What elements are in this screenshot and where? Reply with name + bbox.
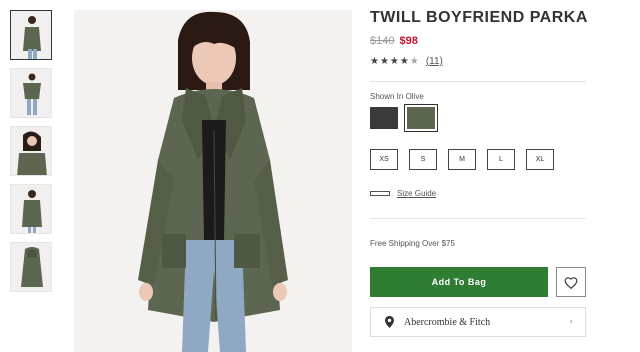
size-option-xs[interactable]: XS <box>370 149 398 170</box>
thumbnail-image <box>11 69 51 117</box>
divider <box>370 81 586 82</box>
product-main-image <box>74 10 352 352</box>
thumbnail-1[interactable] <box>10 10 52 60</box>
price: $140 $98 <box>370 34 590 48</box>
ruler-icon <box>370 191 390 196</box>
reviews-link[interactable]: (11) <box>426 56 443 67</box>
size-guide[interactable]: Size Guide <box>370 189 590 198</box>
wishlist-button[interactable] <box>556 267 586 297</box>
rating: ★★★★★ (11) <box>370 56 590 67</box>
thumbnail-image <box>11 11 51 59</box>
store-name: Abercrombie & Fitch <box>404 316 491 328</box>
chevron-right-icon: › <box>569 317 573 327</box>
thumbnail-4[interactable] <box>10 184 52 234</box>
product-info-panel: TWILL BOYFRIEND PARKA $140 $98 ★★★★★ (11… <box>370 8 590 337</box>
location-pin-icon <box>385 316 394 328</box>
divider <box>370 218 586 219</box>
size-option-l[interactable]: L <box>487 149 515 170</box>
thumbnail-gallery <box>10 10 58 300</box>
heart-icon <box>564 276 578 289</box>
thumbnail-3[interactable] <box>10 126 52 176</box>
add-to-bag-button[interactable]: Add To Bag <box>370 267 548 297</box>
shipping-info: Free Shipping Over $75 <box>370 239 455 248</box>
color-swatches <box>370 104 590 132</box>
product-title: TWILL BOYFRIEND PARKA <box>370 9 588 26</box>
store-pickup-selector[interactable]: Abercrombie & Fitch › <box>370 307 586 337</box>
star-rating-icon: ★★★★★ <box>370 56 420 67</box>
size-option-s[interactable]: S <box>409 149 437 170</box>
model-wearing-parka-image <box>74 10 352 352</box>
size-option-xl[interactable]: XL <box>526 149 554 170</box>
thumbnail-5[interactable] <box>10 242 52 292</box>
size-option-m[interactable]: M <box>448 149 476 170</box>
thumbnail-2[interactable] <box>10 68 52 118</box>
color-swatch-olive[interactable] <box>404 104 438 132</box>
size-selector: XS S M L XL <box>370 149 590 170</box>
color-swatch-charcoal[interactable] <box>370 107 398 129</box>
size-guide-link[interactable]: Size Guide <box>397 189 436 198</box>
thumbnail-image <box>11 127 51 175</box>
purchase-actions: Add To Bag <box>370 267 590 297</box>
thumbnail-image <box>11 243 51 291</box>
original-price: $140 <box>370 35 395 47</box>
sale-price: $98 <box>399 35 418 47</box>
shown-in-color-label: Shown In Olive <box>370 92 424 101</box>
thumbnail-image <box>11 185 51 233</box>
